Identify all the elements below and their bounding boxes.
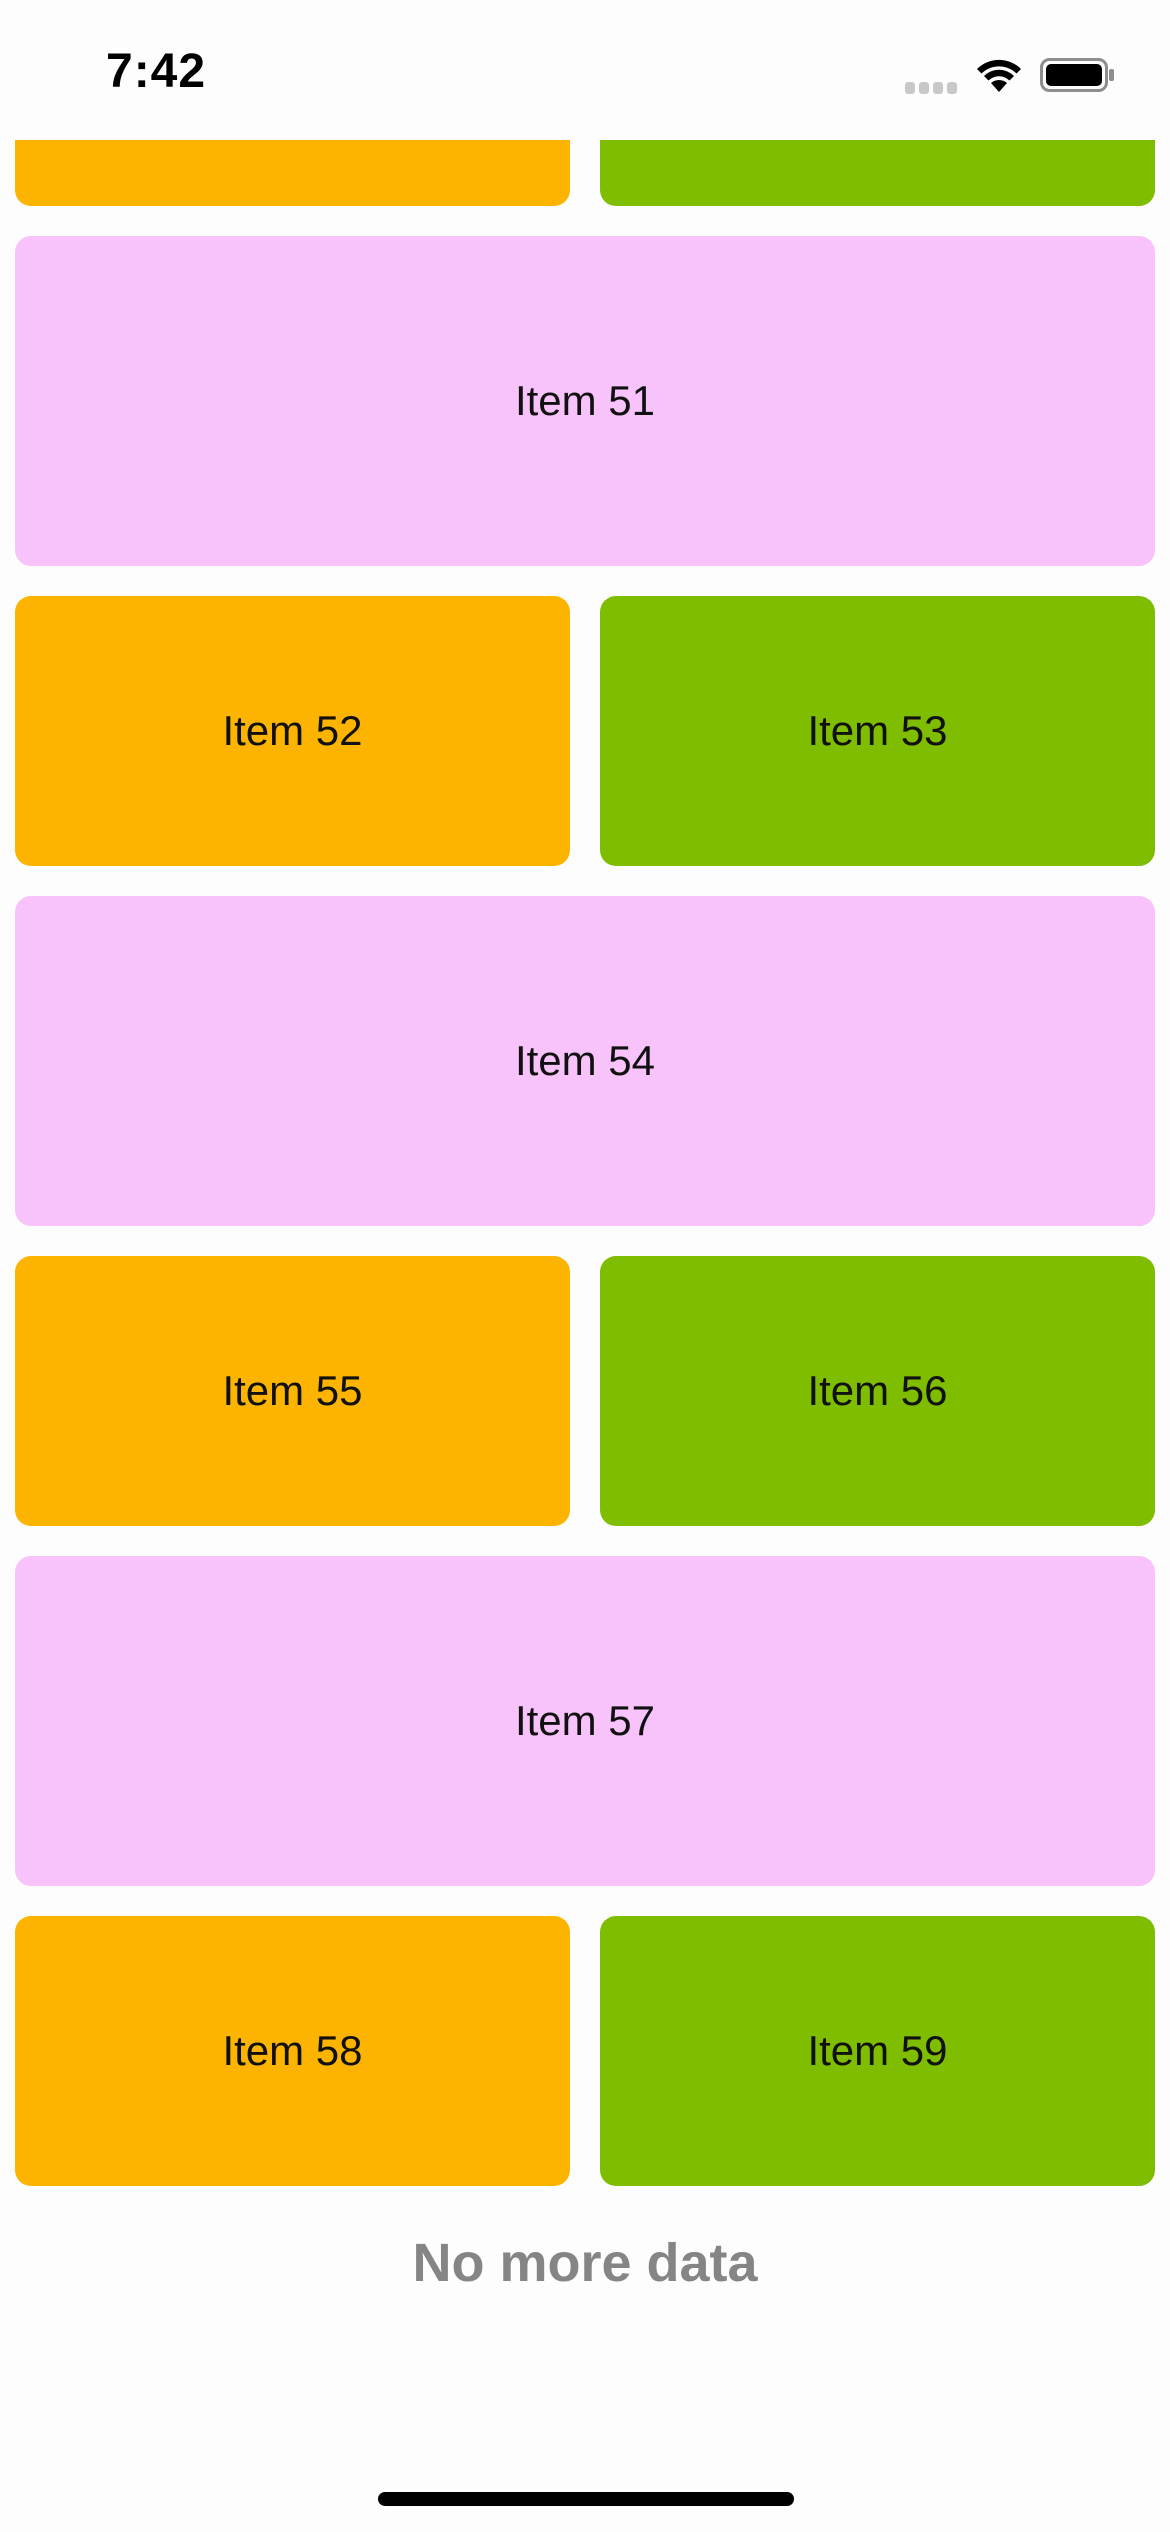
no-more-data-label: No more data — [412, 2233, 758, 2293]
item-label: Item 52 — [222, 707, 363, 754]
item-label: Item 51 — [514, 377, 656, 424]
status-bar: 7:42 — [0, 0, 1170, 140]
item-grid[interactable]: Item 51 Item 52 Item 53 Item 54 Item 55 … — [0, 0, 1170, 2532]
app-screen: Item 51 Item 52 Item 53 Item 54 Item 55 … — [0, 0, 1170, 2532]
list-item-56[interactable]: Item 56 — [600, 1256, 1155, 1526]
item-label: Item 58 — [222, 2027, 363, 2074]
cellular-signal-icon — [905, 82, 957, 94]
list-item-53[interactable]: Item 53 — [600, 596, 1155, 866]
wifi-icon — [974, 54, 1024, 94]
home-indicator[interactable] — [378, 2492, 794, 2506]
list-item-58[interactable]: Item 58 — [15, 1916, 570, 2186]
item-label: Item 53 — [807, 707, 948, 754]
list-item-54[interactable]: Item 54 — [15, 896, 1155, 1226]
status-time: 7:42 — [106, 45, 207, 98]
item-label: Item 55 — [222, 1367, 363, 1414]
list-item-51[interactable]: Item 51 — [15, 236, 1155, 566]
list-item-57[interactable]: Item 57 — [15, 1556, 1155, 1886]
battery-icon — [1040, 58, 1116, 92]
list-item-52[interactable]: Item 52 — [15, 596, 570, 866]
list-item-55[interactable]: Item 55 — [15, 1256, 570, 1526]
item-label: Item 56 — [807, 1367, 948, 1414]
item-label: Item 57 — [514, 1697, 656, 1744]
item-label: Item 59 — [807, 2027, 948, 2074]
item-label: Item 54 — [514, 1037, 656, 1084]
list-item-59[interactable]: Item 59 — [600, 1916, 1155, 2186]
